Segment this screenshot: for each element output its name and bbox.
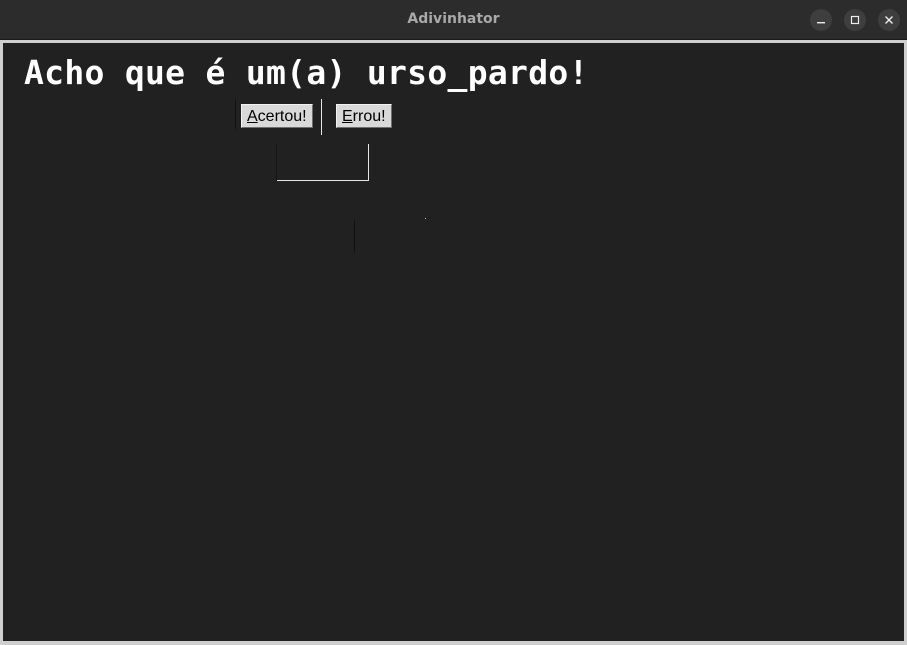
acertou-mnemonic: A [247,108,258,125]
window-title: Adivinhator [407,11,500,27]
divider-line [276,180,369,181]
title-bar[interactable]: Adivinhator [0,0,907,40]
errou-label: rrou! [352,108,386,125]
guess-message: Acho que é um(a) urso_pardo! [24,53,589,92]
app-window: Adivinhator Acho que é um(a) urso_pardo!… [0,0,907,645]
main-canvas: Acho que é um(a) urso_pardo! Acertou! Er… [3,43,904,641]
close-icon [884,15,894,25]
divider-line [354,220,355,253]
maximize-icon [850,15,860,25]
close-button[interactable] [878,9,900,31]
errou-button[interactable]: Errou! [336,104,392,128]
divider-line [235,99,236,129]
minimize-icon [816,15,826,25]
stray-pixel [425,218,426,219]
errou-mnemonic: E [342,108,353,125]
minimize-button[interactable] [810,9,832,31]
divider-line [368,144,369,181]
divider-line [321,99,322,135]
acertou-button[interactable]: Acertou! [241,104,313,128]
maximize-button[interactable] [844,9,866,31]
divider-line [276,144,277,181]
acertou-label: certou! [257,108,307,125]
